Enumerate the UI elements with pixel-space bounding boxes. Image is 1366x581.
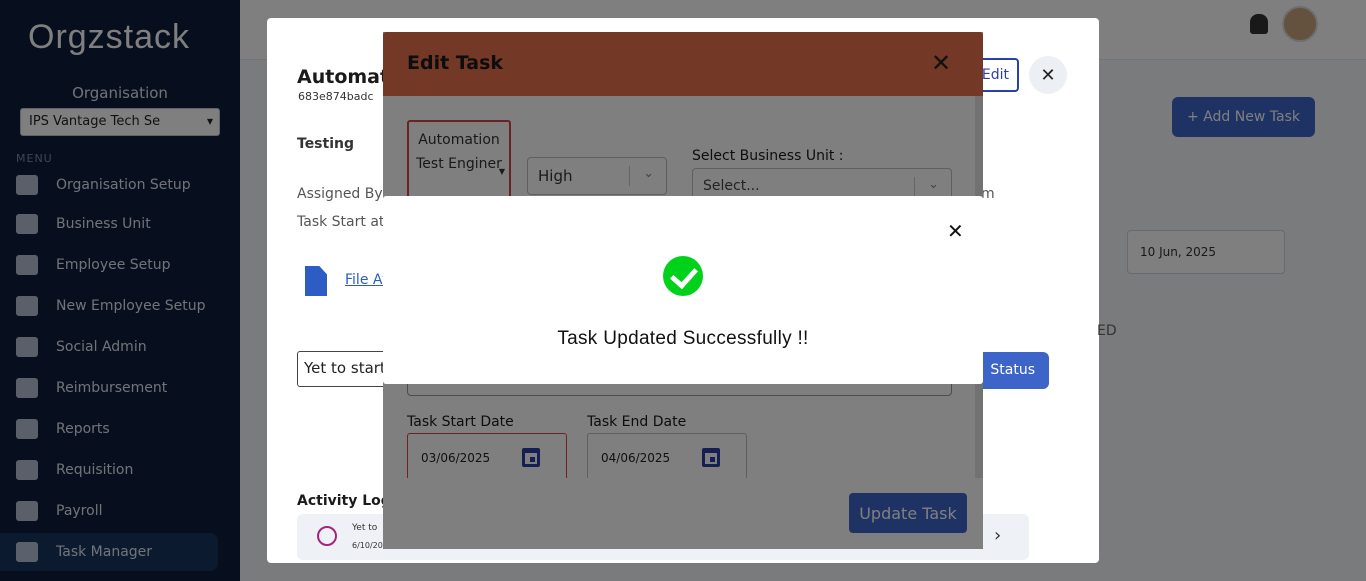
success-message: Task Updated Successfully !! (557, 328, 809, 349)
log-date: 6/10/20 (352, 541, 383, 550)
clock-icon (317, 526, 337, 546)
log-text: Yet to (352, 523, 378, 533)
task-start-label: Task Start at : (297, 214, 394, 230)
close-icon[interactable]: ✕ (1029, 56, 1067, 94)
task-id: 683e874badc (298, 90, 374, 103)
file-attachment-link[interactable]: File At (345, 272, 388, 288)
assigned-by-label: Assigned By : (297, 186, 392, 202)
task-meta-text: m (981, 186, 995, 202)
file-icon (305, 266, 327, 296)
chevron-right-icon[interactable]: › (994, 525, 1001, 546)
check-circle-icon (663, 256, 703, 296)
task-description: Testing (297, 136, 354, 152)
approval-status-text: ED (1097, 323, 1117, 339)
task-title: Automat (297, 66, 390, 88)
activity-log-title: Activity Log (297, 493, 391, 509)
close-icon[interactable]: ✕ (947, 220, 964, 242)
success-dialog: ✕ Task Updated Successfully !! (383, 196, 983, 384)
